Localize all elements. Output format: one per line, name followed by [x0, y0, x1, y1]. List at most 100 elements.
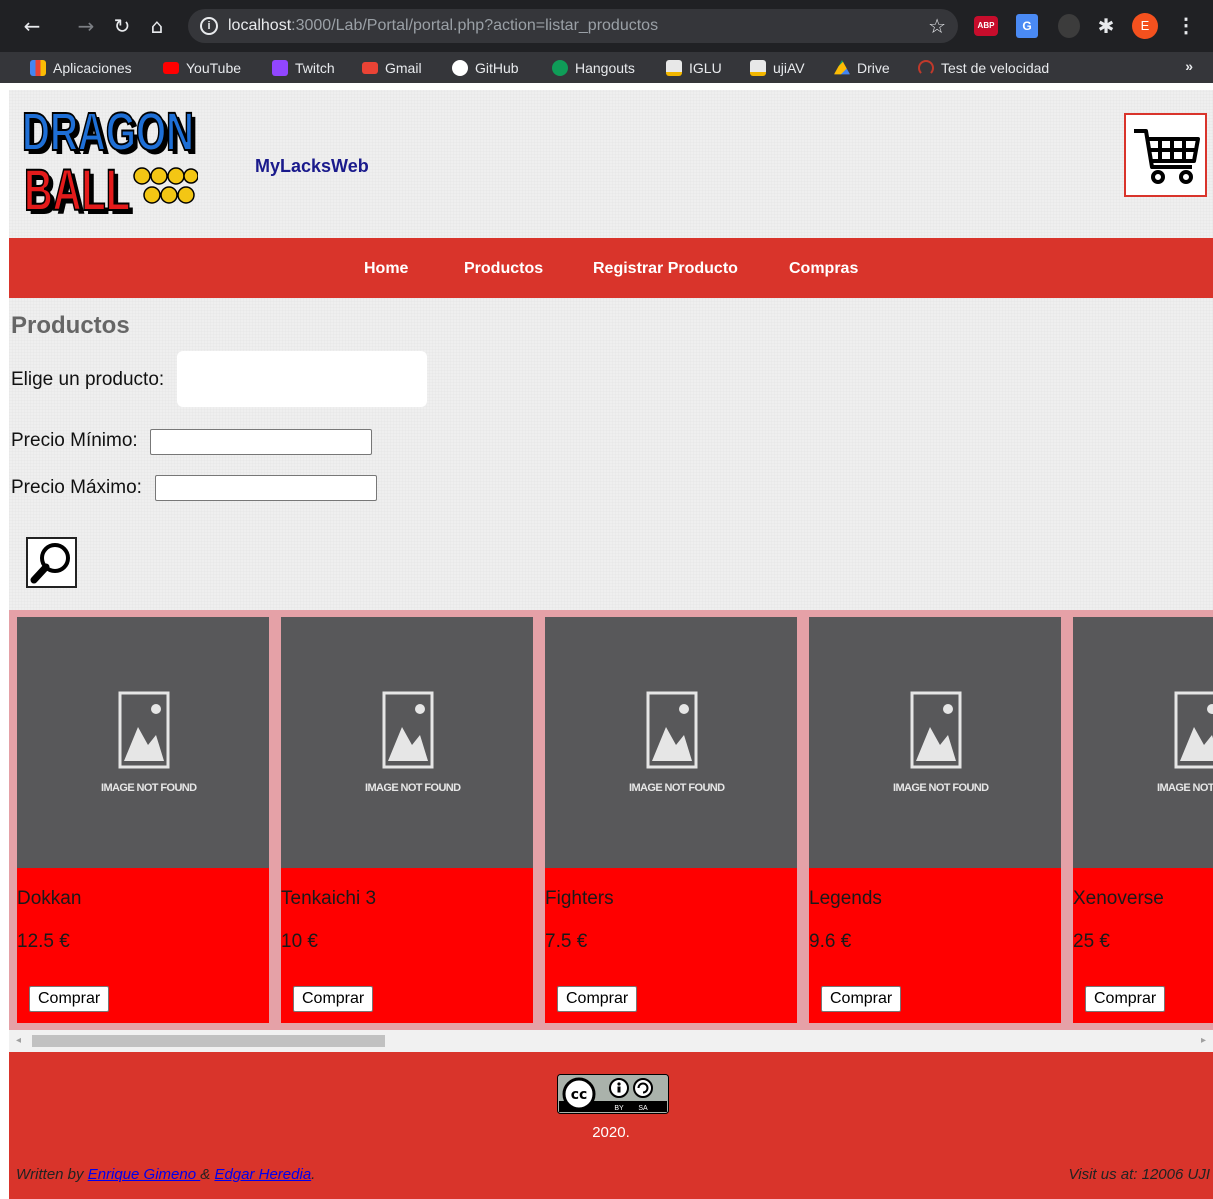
bookmark-label: Gmail — [385, 60, 422, 76]
product-info: Fighters 7.5 € Comprar — [545, 868, 797, 1023]
product-name: Fighters — [545, 888, 614, 909]
cc-sa-label: SA — [638, 1105, 648, 1112]
product-card: IMAGE NOT FOUND Xenoverse 25 € Comprar — [1073, 617, 1213, 1023]
profile-avatar[interactable]: E — [1132, 13, 1158, 39]
site-header: DRAGON DRAGON BALL BALL MyLacksWeb — [9, 90, 1213, 238]
footer-year: 2020. — [592, 1124, 630, 1141]
image-not-found-text: IMAGE NOT FOUND — [629, 782, 725, 794]
image-not-found-icon — [382, 691, 434, 769]
home-icon[interactable]: ⌂ — [145, 14, 169, 38]
product-image: IMAGE NOT FOUND — [281, 617, 533, 868]
product-image: IMAGE NOT FOUND — [809, 617, 1061, 868]
max-price-input[interactable] — [155, 475, 377, 501]
product-card: IMAGE NOT FOUND Fighters 7.5 € Comprar — [545, 617, 797, 1023]
url-path: :3000/Lab/Portal/portal.php?action=lista… — [291, 17, 659, 34]
buy-button[interactable]: Comprar — [557, 986, 638, 1012]
web-page: DRAGON DRAGON BALL BALL MyLacksWeb Home … — [9, 90, 1213, 1199]
dragon-ball-logo[interactable]: DRAGON DRAGON BALL BALL — [20, 96, 198, 218]
product-select-label: Elige un producto: — [11, 369, 165, 390]
browser-toolbar: ← → ↻ ⌂ i localhost:3000/Lab/Portal/port… — [0, 0, 1213, 52]
reload-icon[interactable]: ↻ — [110, 14, 134, 38]
forward-icon[interactable]: → — [74, 14, 98, 38]
product-image: IMAGE NOT FOUND — [545, 617, 797, 868]
bookmark-label: Aplicaciones — [53, 60, 132, 76]
translate-icon[interactable]: G — [1016, 14, 1038, 38]
back-icon[interactable]: ← — [20, 14, 44, 38]
cc-by-sa-badge[interactable]: cc BY SA — [557, 1074, 669, 1114]
buy-button[interactable]: Comprar — [29, 986, 110, 1012]
period-text: . — [311, 1166, 316, 1183]
product-price: 12.5 € — [17, 931, 70, 952]
min-price-input[interactable] — [150, 429, 372, 455]
bookmark-twitch[interactable]: Twitch — [272, 58, 335, 78]
nav-productos[interactable]: Productos — [464, 260, 543, 278]
nav-home[interactable]: Home — [364, 260, 408, 278]
product-price: 10 € — [281, 931, 318, 952]
address-url[interactable]: localhost:3000/Lab/Portal/portal.php?act… — [228, 17, 658, 35]
bookmark-youtube[interactable]: YouTube — [163, 58, 241, 78]
uji-icon — [666, 60, 682, 76]
nav-registrar-producto[interactable]: Registrar Producto — [593, 260, 738, 278]
image-not-found-text: IMAGE NOT FOUND — [101, 782, 197, 794]
extension-icon[interactable] — [1058, 14, 1080, 38]
product-info: Xenoverse 25 € Comprar — [1073, 868, 1213, 1023]
adblock-icon[interactable]: ABP — [974, 16, 998, 36]
ampersand-text: & — [200, 1166, 215, 1183]
product-card: IMAGE NOT FOUND Dokkan 12.5 € Comprar — [17, 617, 269, 1023]
site-name[interactable]: MyLacksWeb — [255, 156, 369, 177]
product-name: Tenkaichi 3 — [281, 888, 377, 909]
product-image: IMAGE NOT FOUND — [17, 617, 269, 868]
bookmark-speedtest[interactable]: Test de velocidad — [918, 58, 1049, 78]
author-link-edgar[interactable]: Edgar Heredia — [214, 1166, 311, 1183]
cart-button[interactable] — [1124, 113, 1207, 197]
bookmark-label: Test de velocidad — [941, 60, 1050, 76]
url-host: localhost — [228, 17, 292, 34]
bookmark-apps[interactable]: Aplicaciones — [30, 58, 132, 78]
horizontal-scrollbar[interactable]: ◂ ▸ — [9, 1030, 1213, 1052]
buy-button[interactable]: Comprar — [821, 986, 902, 1012]
search-button[interactable] — [26, 537, 77, 588]
speedometer-icon — [918, 60, 934, 76]
product-price: 7.5 € — [545, 931, 588, 952]
written-by-text: Written by — [16, 1166, 88, 1183]
svg-text:BALL: BALL — [24, 158, 130, 218]
bookmark-label: IGLU — [689, 60, 722, 76]
more-bookmarks-icon[interactable]: » — [1185, 58, 1193, 74]
product-info: Legends 9.6 € Comprar — [809, 868, 1061, 1023]
bookmark-label: Hangouts — [575, 60, 635, 76]
scroll-left-icon[interactable]: ◂ — [16, 1035, 21, 1046]
product-card: IMAGE NOT FOUND Tenkaichi 3 10 € Comprar — [281, 617, 533, 1023]
product-grid: IMAGE NOT FOUND Dokkan 12.5 € Comprar IM… — [9, 610, 1213, 1030]
bookmark-ujiav[interactable]: ujiAV — [750, 58, 805, 78]
buy-button[interactable]: Comprar — [1085, 986, 1166, 1012]
author-link-enrique[interactable]: Enrique Gimeno — [88, 1166, 201, 1183]
site-info-icon[interactable]: i — [200, 17, 218, 35]
scrollbar-thumb[interactable] — [32, 1035, 385, 1047]
footer-credits: Written by Enrique Gimeno & Edgar Heredi… — [16, 1166, 315, 1183]
nav-compras[interactable]: Compras — [789, 260, 858, 278]
product-price: 9.6 € — [809, 931, 852, 952]
buy-button[interactable]: Comprar — [293, 986, 374, 1012]
bookmark-label: ujiAV — [773, 60, 805, 76]
footer-visit: Visit us at: 12006 UJI — [1068, 1166, 1210, 1183]
product-select[interactable] — [177, 351, 427, 407]
product-card: IMAGE NOT FOUND Legends 9.6 € Comprar — [809, 617, 1061, 1023]
browser-menu-icon[interactable]: ⋮ — [1176, 14, 1196, 38]
product-image: IMAGE NOT FOUND — [1073, 617, 1213, 868]
address-bar[interactable]: i localhost:3000/Lab/Portal/portal.php?a… — [188, 9, 958, 43]
product-info: Tenkaichi 3 10 € Comprar — [281, 868, 533, 1023]
bookmark-hangouts[interactable]: Hangouts — [552, 58, 635, 78]
bookmark-github[interactable]: GitHub — [452, 58, 519, 78]
scroll-right-icon[interactable]: ▸ — [1201, 1035, 1206, 1046]
github-icon — [452, 60, 468, 76]
bookmark-label: Drive — [857, 60, 890, 76]
bookmark-iglu[interactable]: IGLU — [666, 58, 722, 78]
extensions-puzzle-icon[interactable]: ✱ — [1094, 14, 1118, 38]
image-not-found-icon — [646, 691, 698, 769]
min-price-label: Precio Mínimo: — [11, 430, 138, 451]
bookmark-gmail[interactable]: Gmail — [362, 58, 422, 78]
bookmark-star-icon[interactable]: ☆ — [928, 14, 946, 38]
bookmark-drive[interactable]: Drive — [834, 58, 890, 78]
cc-by-label: BY — [614, 1105, 624, 1112]
drive-icon — [834, 60, 850, 75]
